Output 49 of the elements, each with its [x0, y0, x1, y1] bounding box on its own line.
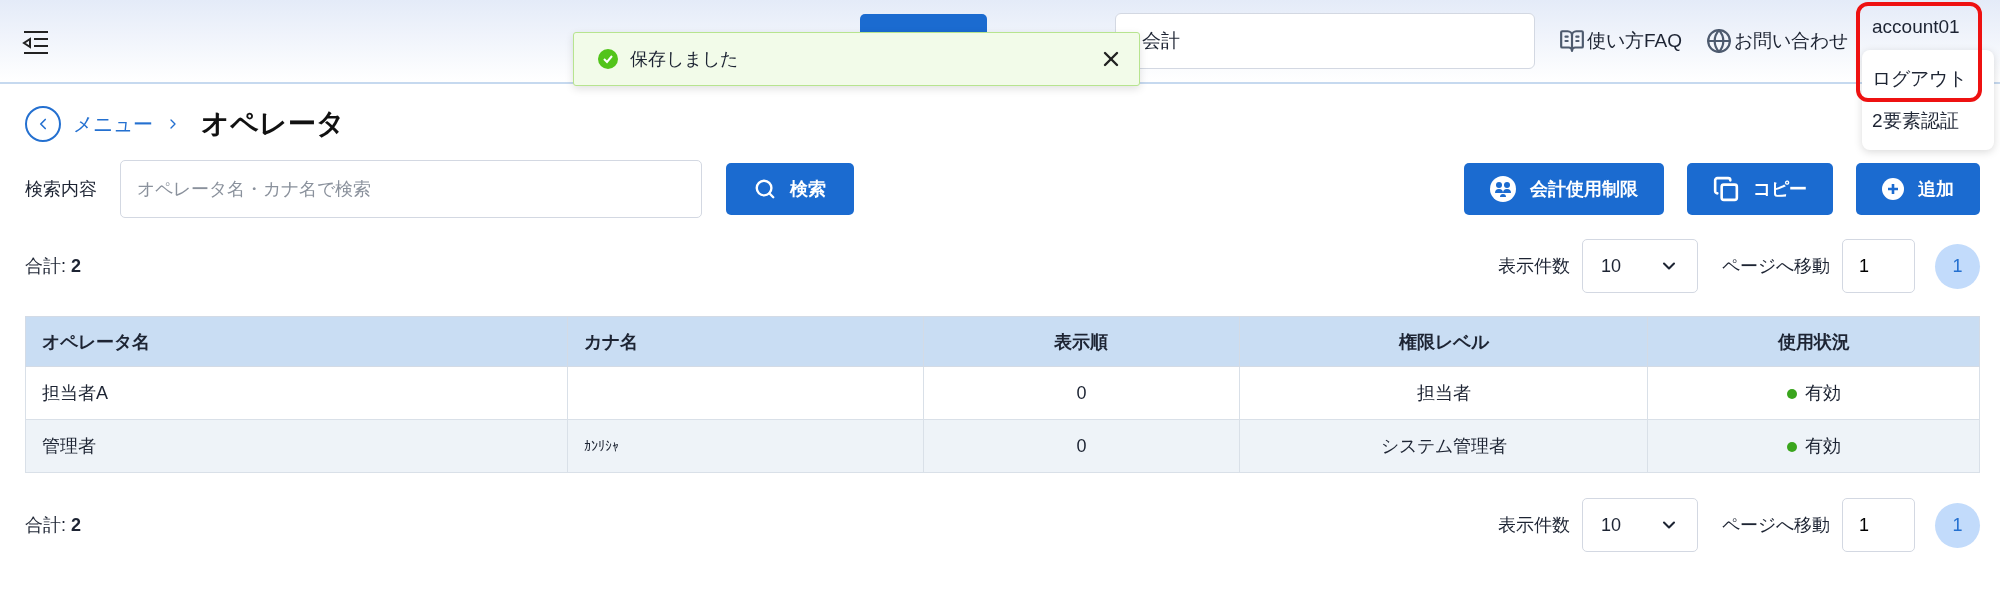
menu-item[interactable]: ログアウト: [1872, 66, 1994, 92]
globe-icon: [1706, 28, 1732, 54]
per-page-select[interactable]: 10: [1582, 498, 1698, 552]
success-icon: [598, 49, 618, 69]
table-cell: システム管理者: [1239, 419, 1648, 473]
copy-icon: [1713, 176, 1739, 202]
faq-link[interactable]: 使い方FAQ: [1559, 28, 1682, 54]
page-button[interactable]: 1: [1935, 502, 1980, 548]
page-jump-label: ページへ移動: [1722, 255, 1830, 278]
table-cell: 0: [923, 366, 1240, 420]
total-count: 合計: 2: [25, 255, 82, 278]
breadcrumb-link[interactable]: メニュー: [73, 110, 153, 138]
menu-item[interactable]: 2要素認証: [1872, 108, 1994, 134]
total-count: 合計: 2: [25, 514, 82, 537]
page-jump-input[interactable]: 1: [1842, 239, 1915, 293]
toast-message: 保存しました: [630, 48, 739, 71]
column-header: 権限レベル: [1239, 316, 1648, 367]
contact-link[interactable]: お問い合わせ: [1706, 28, 1848, 54]
table-cell: 担当者A: [25, 366, 568, 420]
page-title: オペレータ: [201, 107, 345, 141]
table-cell: ｶﾝﾘｼｬ: [567, 419, 923, 473]
fiscal-year-field[interactable]: 会計: [1115, 13, 1535, 69]
column-header: オペレータ名: [25, 316, 568, 367]
column-header: 表示順: [923, 316, 1240, 367]
search-icon: [754, 178, 776, 200]
account-name[interactable]: account01: [1862, 16, 1992, 38]
page-jump-input[interactable]: 1: [1842, 498, 1915, 552]
page-jump-label: ページへ移動: [1722, 514, 1830, 537]
per-page-label: 表示件数: [1498, 255, 1570, 278]
table-cell: 管理者: [25, 419, 568, 473]
copy-button[interactable]: コピー: [1687, 163, 1833, 215]
table-cell: 0: [923, 419, 1240, 473]
add-button[interactable]: 追加: [1856, 163, 1980, 215]
status-text: 有効: [1804, 383, 1841, 403]
book-icon: [1559, 28, 1585, 54]
page-button[interactable]: 1: [1935, 243, 1980, 289]
account-restriction-button[interactable]: 会計使用制限: [1464, 163, 1664, 215]
per-page-select[interactable]: 10: [1582, 239, 1698, 293]
column-header: 使用状況: [1647, 316, 1980, 367]
search-field[interactable]: オペレータ名・カナ名で検索: [120, 160, 702, 218]
people-icon: [1490, 176, 1516, 202]
back-button[interactable]: [25, 106, 61, 142]
status-text: 有効: [1804, 436, 1841, 456]
column-header: カナ名: [567, 316, 923, 367]
search-button[interactable]: 検索: [726, 163, 854, 215]
search-label: 検索内容: [25, 178, 97, 201]
plus-icon: [1882, 178, 1904, 200]
table-cell: 担当者: [1239, 366, 1648, 420]
per-page-label: 表示件数: [1498, 514, 1570, 537]
